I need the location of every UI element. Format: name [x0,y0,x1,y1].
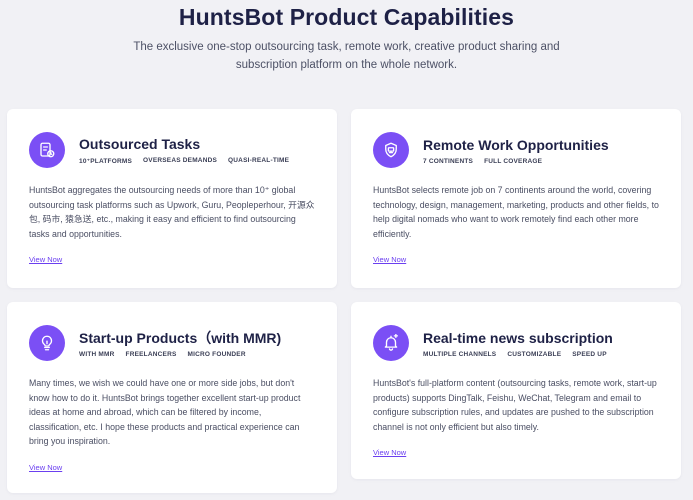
card-description: HuntsBot selects remote job on 7 contine… [373,185,659,239]
card-outsourced-tasks: Outsourced Tasks 10⁺PLATFORMS OVERSEAS D… [7,109,337,288]
tag: MICRO FOUNDER [187,350,246,358]
header: HuntsBot Product Capabilities The exclus… [0,0,693,74]
tag: CUSTOMIZABLE [507,350,562,358]
tag: SPEED UP [572,350,607,358]
tag: FREELANCERS [125,350,177,358]
tag: QUASI-REAL-TIME [228,157,290,164]
card-title: Real-time news subscription [423,329,613,346]
tag-list: WITH MMR FREELANCERS MICRO FOUNDER [79,351,281,358]
card-description: HuntsBot aggregates the outsourcing need… [29,185,315,239]
card-startup-products: Start-up Products（with MMR) WITH MMR FRE… [7,302,337,493]
task-list-icon [29,132,65,168]
tag: OVERSEAS DEMANDS [143,157,218,164]
card-title: Outsourced Tasks [79,136,201,152]
remote-work-icon [373,132,409,168]
tag: 10⁺PLATFORMS [79,158,133,165]
view-now-link[interactable]: View Now [373,255,406,264]
card-description: HuntsBot's full-platform content (outsou… [373,378,657,432]
view-now-link[interactable]: View Now [29,463,62,472]
tag: 7 CONTINENTS [423,157,474,165]
tag: FULL COVERAGE [484,157,543,165]
page-subtitle: The exclusive one-stop outsourcing task,… [133,41,560,71]
card-title: Remote Work Opportunities [423,136,609,153]
view-now-link[interactable]: View Now [29,255,62,264]
tag: WITH MMR [79,350,115,358]
tag-list: 7 CONTINENTS FULL COVERAGE [423,158,609,165]
card-remote-work: Remote Work Opportunities 7 CONTINENTS F… [351,109,681,288]
card-description: Many times, we wish we could have one or… [29,378,301,446]
tag-list: 10⁺PLATFORMS OVERSEAS DEMANDS QUASI-REAL… [79,157,300,165]
page-title: HuntsBot Product Capabilities [178,4,515,30]
lightbulb-icon [29,325,65,361]
tag-list: MULTIPLE CHANNELS CUSTOMIZABLE SPEED UP [423,351,618,358]
view-now-link[interactable]: View Now [373,448,406,457]
card-title: Start-up Products（with MMR) [79,329,282,346]
tag: MULTIPLE CHANNELS [423,350,497,358]
bell-icon [373,325,409,361]
card-news-subscription: Real-time news subscription MULTIPLE CHA… [351,302,681,479]
